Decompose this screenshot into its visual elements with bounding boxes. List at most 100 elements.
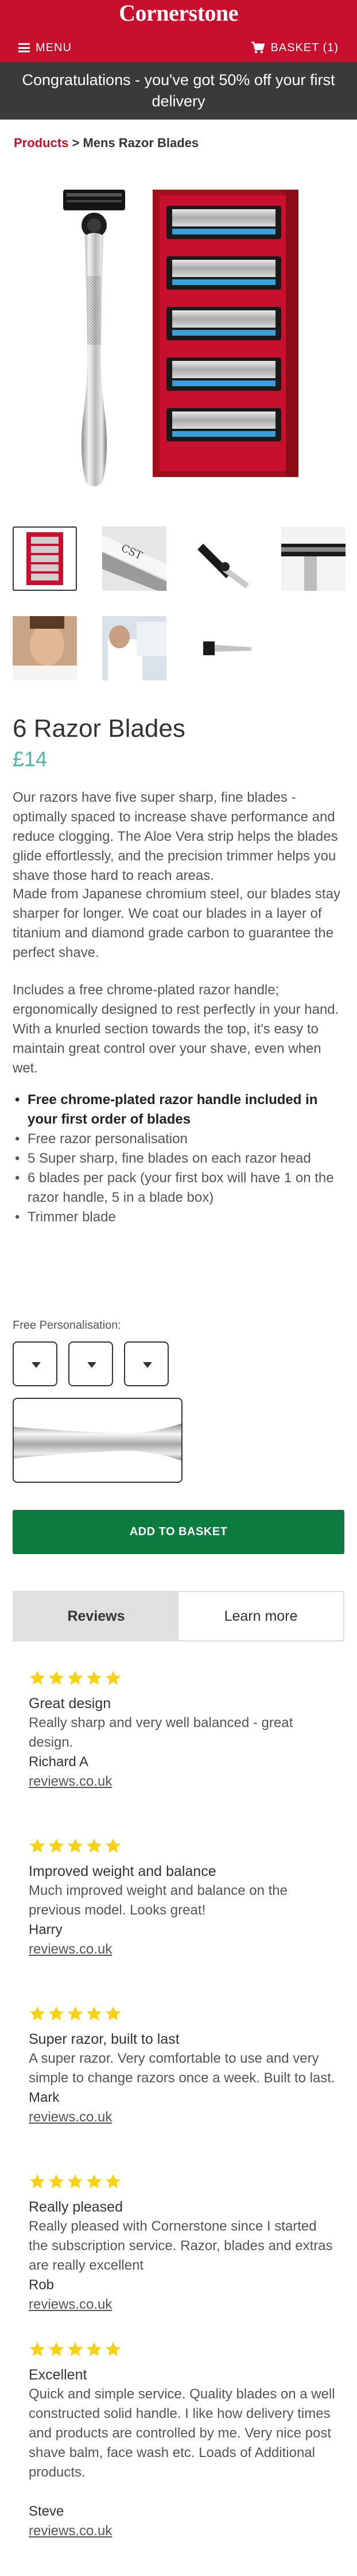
- info-tabs: Reviews Learn more: [13, 1591, 344, 1641]
- feature-item: Free razor personalisation: [13, 1129, 346, 1149]
- personalisation-label: Free Personalisation:: [13, 1319, 121, 1332]
- star-icon: [106, 2174, 121, 2189]
- star-icon: [49, 1670, 64, 1685]
- tab-reviews[interactable]: Reviews: [14, 1592, 178, 1640]
- review-body: Really pleased with Cornerstone since I …: [29, 2219, 333, 2273]
- breadcrumb-separator: >: [68, 136, 83, 150]
- star-icon: [49, 2342, 64, 2356]
- tab-learn-more[interactable]: Learn more: [178, 1592, 343, 1640]
- star-icon: [106, 2342, 121, 2356]
- menu-button[interactable]: MENU: [18, 38, 72, 57]
- star-icon: [49, 2174, 64, 2189]
- chevron-down-icon: [32, 1362, 41, 1368]
- handle-preview-image: [14, 1423, 181, 1461]
- handle-preview[interactable]: [13, 1398, 183, 1483]
- thumbnail-razor-side[interactable]: [192, 616, 256, 680]
- star-icon: [68, 2006, 83, 2021]
- star-icon: [68, 1838, 83, 1853]
- review-author: Steve: [29, 2504, 64, 2519]
- site-header: Cornerstone MENU BASKET (1): [0, 0, 357, 62]
- star-icon: [30, 2342, 45, 2356]
- star-rating: [29, 2005, 339, 2025]
- menu-label: MENU: [36, 41, 72, 54]
- star-icon: [87, 1838, 102, 1853]
- review-card: Improved weight and balance Much improve…: [29, 1837, 339, 1959]
- review-card: Great design Really sharp and very well …: [29, 1670, 339, 1791]
- feature-item: Trimmer blade: [13, 1208, 346, 1227]
- review-author: Mark: [29, 2090, 60, 2105]
- breadcrumb-current: Mens Razor Blades: [83, 136, 199, 150]
- star-icon: [68, 2174, 83, 2189]
- cart-icon: [251, 41, 265, 53]
- feature-item: 6 blades per pack (your first box will h…: [13, 1168, 346, 1208]
- basket-button[interactable]: BASKET (1): [251, 38, 339, 57]
- thumbnail-man-shaving[interactable]: [13, 616, 77, 680]
- star-icon: [49, 2006, 64, 2021]
- star-icon: [87, 1670, 102, 1685]
- review-author: Richard A: [29, 1754, 89, 1770]
- review-body: Really sharp and very well balanced - gr…: [29, 1715, 293, 1750]
- review-source-link[interactable]: reviews.co.uk: [29, 1940, 339, 1959]
- product-hero-image: [63, 190, 298, 486]
- thumbnail-handle-engraved[interactable]: CST: [96, 526, 172, 597]
- review-title: Improved weight and balance: [29, 1863, 216, 1879]
- star-icon: [106, 1670, 121, 1685]
- review-card: Super razor, built to last A super razor…: [29, 2005, 339, 2127]
- description-paragraph-2: Made from Japanese chromium steel, our b…: [13, 886, 340, 960]
- review-author: Harry: [29, 1922, 63, 1937]
- description-paragraph-1: Our razors have five super sharp, fine b…: [13, 790, 338, 883]
- star-rating: [29, 1837, 339, 1857]
- hamburger-icon: [18, 43, 30, 52]
- promo-banner: Congratulations - you've got 50% off you…: [0, 62, 357, 120]
- feature-list: Free chrome-plated razor handle included…: [13, 1090, 346, 1227]
- thumbnail-razor-closeup[interactable]: [281, 526, 346, 591]
- add-to-basket-button[interactable]: ADD TO BASKET: [13, 1510, 344, 1554]
- chevron-down-icon: [87, 1362, 96, 1368]
- breadcrumb-products-link[interactable]: Products: [14, 136, 68, 150]
- star-rating: [29, 1670, 339, 1689]
- review-body: Much improved weight and balance on the …: [29, 1883, 288, 1918]
- feature-item: 5 Super sharp, fine blades on each razor…: [13, 1149, 346, 1168]
- initial-select-2[interactable]: [68, 1341, 113, 1386]
- thumbnail-blade-box[interactable]: [13, 526, 77, 591]
- review-author: Rob: [29, 2277, 55, 2293]
- thumbnail-lifestyle[interactable]: [102, 616, 166, 680]
- product-price: £14: [13, 747, 48, 771]
- star-icon: [30, 2174, 45, 2189]
- review-source-link[interactable]: reviews.co.uk: [29, 1772, 339, 1791]
- description-paragraph-3: Includes a free chrome-plated razor hand…: [13, 982, 339, 1076]
- star-icon: [87, 2342, 102, 2356]
- review-source-link[interactable]: reviews.co.uk: [29, 2295, 339, 2314]
- star-icon: [87, 2006, 102, 2021]
- review-body: A super razor. Very comfortable to use a…: [29, 2051, 335, 2086]
- breadcrumb: Products > Mens Razor Blades: [14, 136, 199, 151]
- star-icon: [106, 1838, 121, 1853]
- review-title: Excellent: [29, 2367, 87, 2383]
- star-icon: [87, 2174, 102, 2189]
- star-icon: [106, 2006, 121, 2021]
- star-rating: [29, 2173, 339, 2193]
- star-icon: [30, 1838, 45, 1853]
- feature-item: Free chrome-plated razor handle included…: [13, 1090, 346, 1129]
- star-rating: [29, 2341, 339, 2360]
- basket-label: BASKET (1): [270, 41, 339, 54]
- review-title: Really pleased: [29, 2199, 123, 2215]
- star-icon: [68, 2342, 83, 2356]
- star-icon: [30, 2006, 45, 2021]
- product-title: 6 Razor Blades: [13, 714, 185, 743]
- initial-select-3[interactable]: [124, 1341, 169, 1386]
- star-icon: [49, 1838, 64, 1853]
- review-source-link[interactable]: reviews.co.uk: [29, 2521, 339, 2541]
- review-body: Quick and simple service. Quality blades…: [29, 2386, 335, 2480]
- logo[interactable]: Cornerstone: [0, 0, 357, 29]
- review-title: Great design: [29, 1695, 111, 1712]
- review-card: Excellent Quick and simple service. Qual…: [29, 2341, 339, 2541]
- star-icon: [30, 1670, 45, 1685]
- review-title: Super razor, built to last: [29, 2031, 180, 2047]
- star-icon: [68, 1670, 83, 1685]
- review-card: Really pleased Really pleased with Corne…: [29, 2173, 339, 2314]
- thumbnail-razor-head[interactable]: [192, 526, 256, 591]
- initial-select-1[interactable]: [13, 1341, 57, 1386]
- review-source-link[interactable]: reviews.co.uk: [29, 2108, 339, 2127]
- chevron-down-icon: [143, 1362, 152, 1368]
